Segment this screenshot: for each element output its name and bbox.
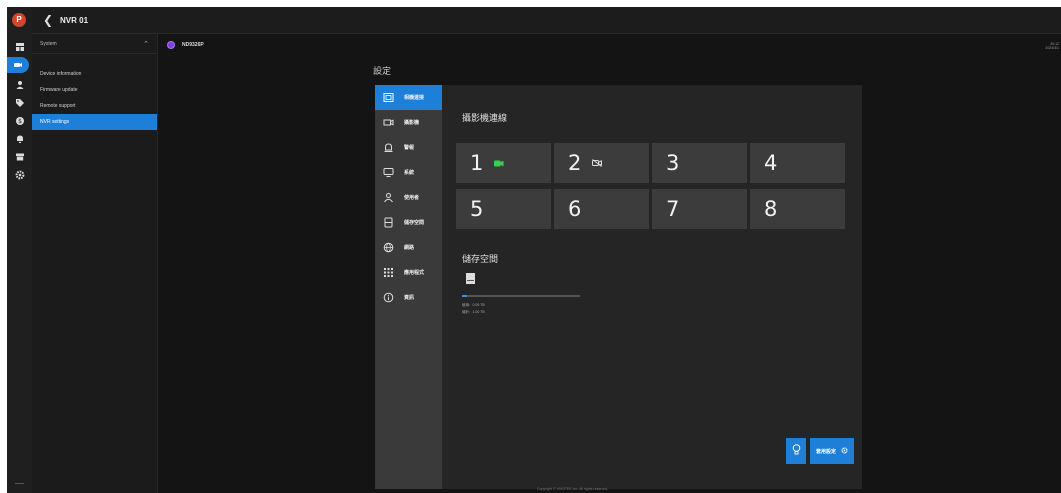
camera-connection-icon	[382, 91, 395, 104]
gear-icon[interactable]	[7, 167, 32, 183]
system-menu: Device information Firmware update Remot…	[32, 66, 157, 130]
camera-slot-number: 5	[470, 197, 484, 221]
apply-label: 套用設定	[815, 448, 836, 455]
storage-total-text: 總計：1.00 TB	[462, 310, 485, 314]
window-title: NVR 01	[60, 15, 89, 25]
camera-slot-6[interactable]: 6	[554, 189, 649, 229]
rail-divider	[15, 483, 24, 487]
storage-used-text: 使用：0.05 TB	[462, 303, 485, 307]
menu-item-nvr-settings[interactable]: NVR settings	[32, 114, 157, 130]
system-panel: System ⌃ Device information Firmware upd…	[32, 34, 158, 493]
camera-section-title: 攝影機連線	[462, 113, 508, 123]
app-logo: P	[12, 13, 26, 27]
nav-camera[interactable]: 攝影機	[375, 110, 442, 135]
video-icon	[382, 116, 395, 129]
menu-item-remote-support[interactable]: Remote support	[32, 98, 157, 114]
gear-small-icon	[841, 446, 848, 456]
icon-rail: P $	[7, 7, 32, 493]
camera-slot-3[interactable]: 3	[652, 143, 747, 183]
nav-alarm[interactable]: 警報	[375, 135, 442, 160]
bell-outline-icon	[382, 141, 395, 154]
storage-usage-bar	[462, 295, 580, 297]
camera-slot-8[interactable]: 8	[750, 189, 845, 229]
camera-slot-7[interactable]: 7	[652, 189, 747, 229]
storage-usage-fill	[462, 295, 467, 297]
menu-item-device-information[interactable]: Device information	[32, 66, 157, 82]
nav-label: 網路	[404, 245, 415, 251]
nav-label: 儲存空間	[404, 220, 425, 226]
nav-users[interactable]: 使用者	[375, 185, 442, 210]
tag-icon[interactable]	[7, 95, 32, 111]
back-button[interactable]: ❮	[36, 13, 60, 27]
lightbulb-icon	[792, 442, 801, 460]
camera-slot-number: 7	[666, 197, 680, 221]
bell-icon[interactable]	[7, 131, 32, 147]
nav-network[interactable]: 網路	[375, 235, 442, 260]
camera-slot-5[interactable]: 5	[456, 189, 551, 229]
globe-icon	[382, 241, 395, 254]
camera-slot-1[interactable]: 1	[456, 143, 551, 183]
svg-text:$: $	[18, 118, 22, 125]
help-button[interactable]	[786, 438, 806, 464]
nav-label: 應用程式	[404, 270, 425, 276]
monitor-icon	[382, 166, 395, 179]
nav-label: 相機連接	[404, 95, 425, 101]
dollar-icon[interactable]: $	[7, 113, 32, 129]
camera-slot-number: 4	[764, 151, 778, 175]
storage-section-title: 儲存空間	[462, 254, 499, 264]
chevron-left-icon: ❮	[42, 13, 54, 27]
nav-storage[interactable]: 儲存空間	[375, 210, 442, 235]
copyright-footer: Copyright © VIVOTEK Inc. All rights rese…	[537, 487, 609, 491]
camera-slot-number: 6	[568, 197, 582, 221]
dashboard-icon[interactable]	[7, 39, 32, 55]
nav-info[interactable]: 資訊	[375, 285, 442, 310]
nav-label: 警報	[404, 145, 415, 151]
camera-slot-number: 2	[568, 151, 582, 175]
settings-content: 攝影機連線 1 2 3 4 5 6 7 8 儲存空間 使用：0.05 TB 總計…	[442, 85, 862, 489]
device-name: ND9326P	[182, 41, 204, 48]
camera-icon[interactable]	[7, 57, 29, 73]
settings-nav: 相機連接 攝影機 警報 系統 使用者 儲存空間 網路 應用程式 資訊	[375, 85, 442, 489]
device-datetime: 20:12 2024/3/1	[1045, 42, 1059, 50]
apply-settings-button[interactable]: 套用設定	[810, 438, 854, 464]
nav-label: 攝影機	[404, 120, 420, 126]
camera-connected-icon	[494, 160, 504, 167]
camera-slot-number: 1	[470, 151, 484, 175]
system-section-header[interactable]: System ⌃	[32, 34, 157, 54]
box-icon[interactable]	[7, 149, 32, 165]
nav-label: 資訊	[404, 295, 415, 301]
system-section-label: System	[40, 40, 57, 47]
device-status-dot	[167, 40, 175, 49]
nav-label: 系統	[404, 170, 415, 176]
app-window: P $ ❮ NVR 01 System ⌃ Device information…	[7, 7, 1061, 493]
camera-slot-4[interactable]: 4	[750, 143, 845, 183]
nav-system[interactable]: 系統	[375, 160, 442, 185]
top-bar: ❮ NVR 01	[32, 7, 1061, 34]
nav-apps[interactable]: 應用程式	[375, 260, 442, 285]
menu-item-firmware-update[interactable]: Firmware update	[32, 82, 157, 98]
hard-drive-icon	[466, 273, 475, 284]
camera-disconnected-icon	[592, 159, 603, 167]
camera-slot-number: 3	[666, 151, 680, 175]
user-outline-icon	[382, 191, 395, 204]
user-icon[interactable]	[7, 77, 32, 93]
nav-camera-connection[interactable]: 相機連接	[375, 85, 442, 110]
nav-label: 使用者	[404, 195, 420, 201]
chevron-up-icon: ⌃	[143, 40, 149, 48]
camera-slot-number: 8	[764, 197, 778, 221]
apps-grid-icon	[382, 266, 395, 279]
camera-slot-2[interactable]: 2	[554, 143, 649, 183]
storage-icon	[382, 216, 395, 229]
info-icon	[382, 291, 395, 304]
settings-title: 設定	[373, 66, 392, 76]
device-date: 2024/3/1	[1045, 46, 1059, 50]
device-bar: ND9326P 20:12 2024/3/1	[158, 34, 1061, 55]
